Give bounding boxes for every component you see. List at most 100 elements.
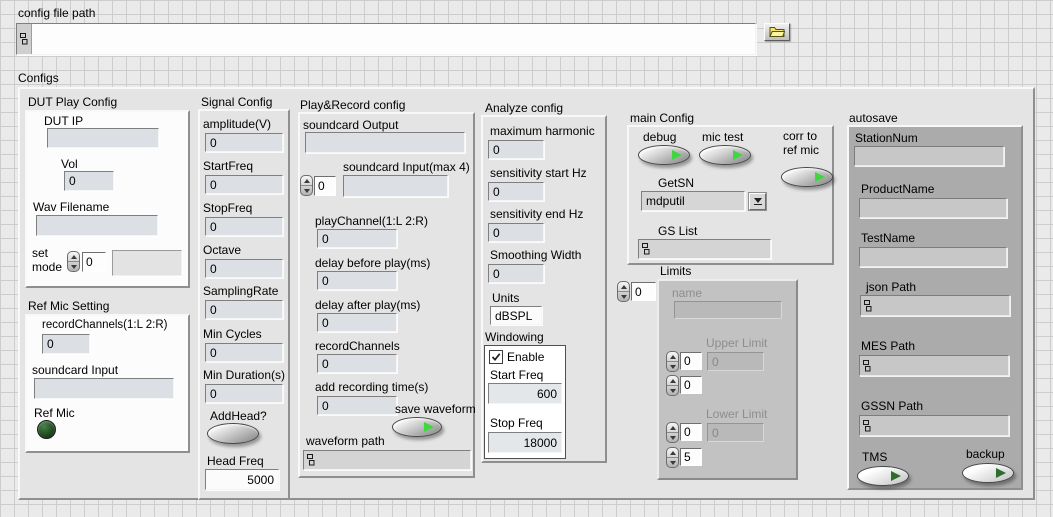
samplingrate-input[interactable] [205,300,283,319]
mes-path-input[interactable] [871,359,1008,373]
upper-value-1[interactable] [680,352,702,370]
waveform-path-input[interactable] [315,453,470,467]
config-file-path-input[interactable] [32,32,755,46]
increment-icon [68,252,79,262]
config-file-path-label: config file path [18,6,95,20]
config-file-path-field [16,23,756,55]
debug-toggle[interactable] [638,145,690,165]
decrement-icon [68,262,79,271]
win-start-freq-input[interactable] [488,383,562,404]
path-glyph-icon [20,33,28,45]
tms-label: TMS [862,450,887,464]
json-path-field [860,295,1010,316]
addhead-toggle[interactable] [207,423,259,444]
windowing-label: Windowing [485,330,544,344]
dark-green-arrow-icon [996,468,1006,478]
limits-index-spinner[interactable] [617,281,630,302]
getsn-dropdown-button[interactable] [749,193,766,210]
wav-filename-input[interactable] [36,215,158,236]
browse-button[interactable] [764,23,790,41]
pr-record-channels-input[interactable] [317,354,397,373]
sens-start-input[interactable] [488,182,544,201]
soundcard-input-input[interactable] [343,175,448,197]
smoothing-width-input[interactable] [488,264,544,283]
record-channels-input[interactable] [42,334,90,354]
soundcard-input-index-value[interactable] [314,176,336,196]
soundcard-input-index-spinner[interactable] [300,175,313,196]
set-mode-label: set mode [32,246,68,274]
lower-value-2[interactable] [680,448,702,466]
set-mode-spinner[interactable] [67,251,80,272]
limits-index-value[interactable] [631,282,656,301]
tms-toggle[interactable] [857,466,909,486]
delay-after-play-input[interactable] [317,313,397,332]
backup-toggle[interactable] [962,463,1014,483]
startfreq-input[interactable] [205,175,283,194]
win-stop-freq-label: Stop Freq [490,416,543,430]
startfreq-label: StartFreq [203,159,253,173]
getsn-select[interactable] [641,191,745,211]
dut-ip-label: DUT IP [44,114,83,128]
max-harmonic-input[interactable] [488,140,544,159]
soundcard-output-label: soundcard Output [303,118,398,132]
lower-spinner-1[interactable] [666,422,679,443]
mic-test-toggle[interactable] [699,145,751,165]
lower-value-1[interactable] [680,423,702,441]
min-duration-input[interactable] [205,384,283,403]
gssn-path-input[interactable] [871,419,1008,433]
add-recording-time-input[interactable] [317,396,397,415]
product-name-input[interactable] [859,198,1007,218]
head-freq-label: Head Freq [207,454,264,468]
decrement-icon [667,362,678,371]
win-stop-freq-input[interactable] [488,432,562,453]
playchannel-input[interactable] [317,229,397,248]
limit-name-label: name [672,286,702,300]
playchannel-label: playChannel(1:L 2:R) [315,214,428,228]
analyze-config-title: Analyze config [485,101,563,115]
gs-list-field [638,239,771,259]
signal-config-title: Signal Config [201,95,272,109]
dut-ip-input[interactable] [47,128,159,148]
path-glyph-icon [863,360,871,372]
corr-to-ref-mic-toggle[interactable] [781,167,833,187]
soundcard-output-input[interactable] [305,132,465,153]
amplitude-input[interactable] [205,133,283,152]
getsn-label: GetSN [658,176,694,190]
json-path-label: json Path [866,280,916,294]
units-input[interactable] [490,306,542,325]
min-duration-label: Min Duration(s) [203,368,285,382]
lower-spinner-2[interactable] [666,447,679,468]
octave-input[interactable] [205,259,283,278]
increment-icon [301,176,312,186]
vol-input[interactable] [64,171,114,191]
save-waveform-toggle[interactable] [392,417,442,437]
upper-limit-input [707,352,764,371]
enable-checkbox[interactable] [489,350,503,364]
sens-end-input[interactable] [488,223,544,242]
win-start-freq-label: Start Freq [490,368,543,382]
path-glyph-icon [864,300,872,312]
upper-spinner-2[interactable] [666,375,679,396]
decrement-icon [301,186,312,195]
json-path-input[interactable] [872,299,1009,313]
add-recording-time-label: add recording time(s) [315,380,428,394]
delay-before-play-input[interactable] [317,271,397,290]
test-name-input[interactable] [859,247,1007,267]
delay-after-play-label: delay after play(ms) [315,298,420,312]
upper-value-2[interactable] [680,376,702,394]
head-freq-input[interactable] [205,469,279,490]
min-cycles-label: Min Cycles [203,327,262,341]
set-mode-value[interactable] [82,252,106,272]
station-num-input[interactable] [854,146,1004,166]
waveform-path-label: waveform path [306,434,385,448]
gs-list-input[interactable] [650,242,770,256]
limit-name-input [674,301,782,319]
station-num-label: StationNum [855,131,918,145]
green-arrow-icon [672,150,682,160]
stopfreq-input[interactable] [205,217,283,236]
ref-mic-setting-title: Ref Mic Setting [28,299,109,313]
upper-spinner-1[interactable] [666,351,679,372]
min-cycles-input[interactable] [205,343,283,362]
ref-mic-led[interactable] [37,420,56,439]
ref-soundcard-input[interactable] [34,378,174,399]
